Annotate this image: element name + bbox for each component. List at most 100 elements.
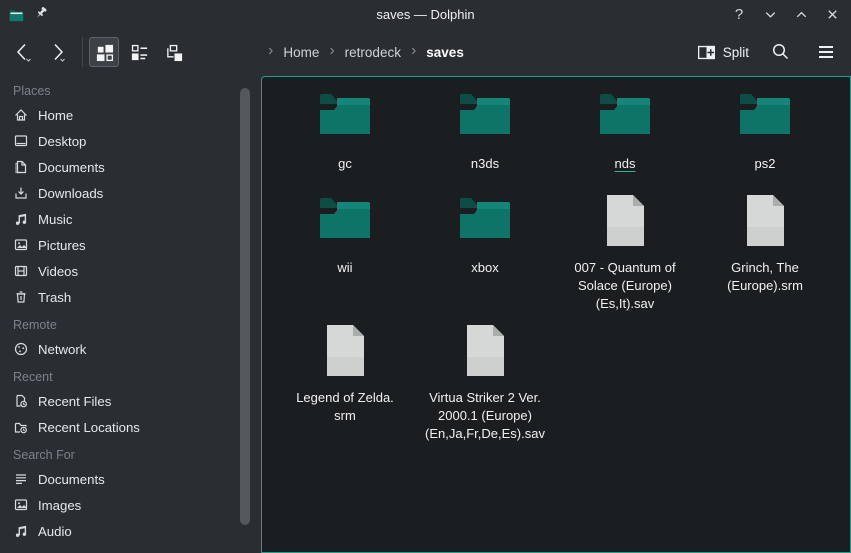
split-icon [697,44,716,61]
sidebar-item-label: Images [38,498,81,513]
details-view-button[interactable] [124,37,154,67]
sidebar-item-downloads[interactable]: Downloads [0,180,261,206]
desktop-icon [12,133,29,150]
pin-icon[interactable] [34,6,50,22]
home-icon [12,107,29,124]
download-icon [12,185,29,202]
section-places: Places [0,82,261,102]
recent-folder-icon [12,419,29,436]
folder-item-wii[interactable]: wii [275,189,415,319]
folder-item-xbox[interactable]: xbox [415,189,555,319]
back-button[interactable] [8,37,38,67]
trash-icon [12,289,29,306]
toolbar: › Home › retrodeck › saves Split [0,28,851,76]
sidebar-item-documents[interactable]: Documents [0,154,261,180]
icons-view-button[interactable] [89,37,119,67]
sidebar-item-network[interactable]: Network [0,336,261,362]
music-note-icon [12,523,29,540]
tree-view-button[interactable] [159,37,189,67]
hamburger-icon [816,42,836,62]
folder-item-n3ds[interactable]: n3ds [415,85,555,189]
chevron-right-icon: › [403,42,424,62]
item-label: Legend of Zelda. srm [296,389,394,425]
search-button[interactable] [765,37,795,67]
sidebar-item-label: Trash [38,290,71,305]
folder-item-nds[interactable]: nds [555,85,695,189]
folder-item-gc[interactable]: gc [275,85,415,189]
sidebar-item-pictures[interactable]: Pictures [0,232,261,258]
hamburger-menu-button[interactable] [811,37,841,67]
folder-icon [597,89,653,147]
sidebar-item-label: Recent Files [38,394,111,409]
sidebar-item-desktop[interactable]: Desktop [0,128,261,154]
sidebar-item-label: Pictures [38,238,86,253]
dolphin-window: saves — Dolphin ? [0,0,851,553]
music-note-icon [12,211,29,228]
file-grid: gc n3ds nds ps2 wii [262,77,850,443]
sidebar-item-label: Home [38,108,73,123]
image-icon [12,497,29,514]
sidebar-scrollbar[interactable] [240,88,250,525]
section-search-for: Search For [0,440,261,466]
minimize-button[interactable] [761,5,779,23]
item-label: Virtua Striker 2 Ver. 2000.1 (Europe) (E… [425,389,545,443]
folder-icon [317,89,373,147]
sidebar-item-trash[interactable]: Trash [0,284,261,310]
chevron-right-icon: › [260,42,281,62]
sidebar-item-label: Documents [38,160,105,175]
document-icon [12,159,29,176]
help-button[interactable]: ? [730,5,748,23]
text-lines-icon [12,471,29,488]
breadcrumb-retrodeck[interactable]: retrodeck [343,45,403,60]
sidebar-item-home[interactable]: Home [0,102,261,128]
toolbar-separator [82,37,83,67]
file-item-virtua-striker-2[interactable]: Virtua Striker 2 Ver. 2000.1 (Europe) (E… [415,319,555,443]
item-label: gc [338,155,352,173]
file-icon [325,323,366,381]
folder-item-ps2[interactable]: ps2 [695,85,835,189]
file-item-legend-of-zelda[interactable]: Legend of Zelda. srm [275,319,415,443]
folder-icon [317,193,373,251]
item-label: Grinch, The (Europe).srm [727,259,803,295]
sidebar-item-label: Documents [38,472,105,487]
image-icon [12,237,29,254]
file-icon [465,323,506,381]
file-item-007-quantum-of-solace[interactable]: 007 - Quantum of Solace (Europe) (Es,It)… [555,189,695,319]
folder-icon [457,89,513,147]
sidebar-item-recent-files[interactable]: Recent Files [0,388,261,414]
breadcrumb-home[interactable]: Home [281,45,321,60]
folder-icon [457,193,513,251]
split-button[interactable]: Split [697,44,749,61]
chevron-right-icon: › [321,42,342,62]
file-icon [605,193,646,251]
file-icon [745,193,786,251]
item-label: 007 - Quantum of Solace (Europe) (Es,It)… [574,259,675,313]
breadcrumb-current[interactable]: saves [424,45,466,60]
file-item-grinch-the[interactable]: Grinch, The (Europe).srm [695,189,835,319]
sidebar-item-label: Music [38,212,72,227]
sidebar-item-videos[interactable]: Videos [0,258,261,284]
sidebar-item-label: Downloads [38,186,103,201]
network-icon [12,341,29,358]
titlebar[interactable]: saves — Dolphin ? [0,0,851,28]
close-button[interactable] [823,5,841,23]
breadcrumb: › Home › retrodeck › saves [260,28,466,76]
search-icon [770,42,790,62]
maximize-button[interactable] [792,5,810,23]
forward-button[interactable] [42,37,72,67]
sidebar-item-label: Videos [38,264,78,279]
item-label: xbox [471,259,498,277]
sidebar-item-search-images[interactable]: Images [0,492,261,518]
sidebar-item-search-audio[interactable]: Audio [0,518,261,544]
sidebar-item-label: Network [38,342,86,357]
sidebar-item-recent-locations[interactable]: Recent Locations [0,414,261,440]
sidebar-item-music[interactable]: Music [0,206,261,232]
sidebar-item-search-documents[interactable]: Documents [0,466,261,492]
film-icon [12,263,29,280]
folder-view: gc n3ds nds ps2 wii [261,76,851,553]
section-recent: Recent [0,362,261,388]
item-label: nds [615,155,636,173]
item-label: wii [337,259,352,277]
folder-icon [737,89,793,147]
dolphin-app-icon [8,6,24,22]
